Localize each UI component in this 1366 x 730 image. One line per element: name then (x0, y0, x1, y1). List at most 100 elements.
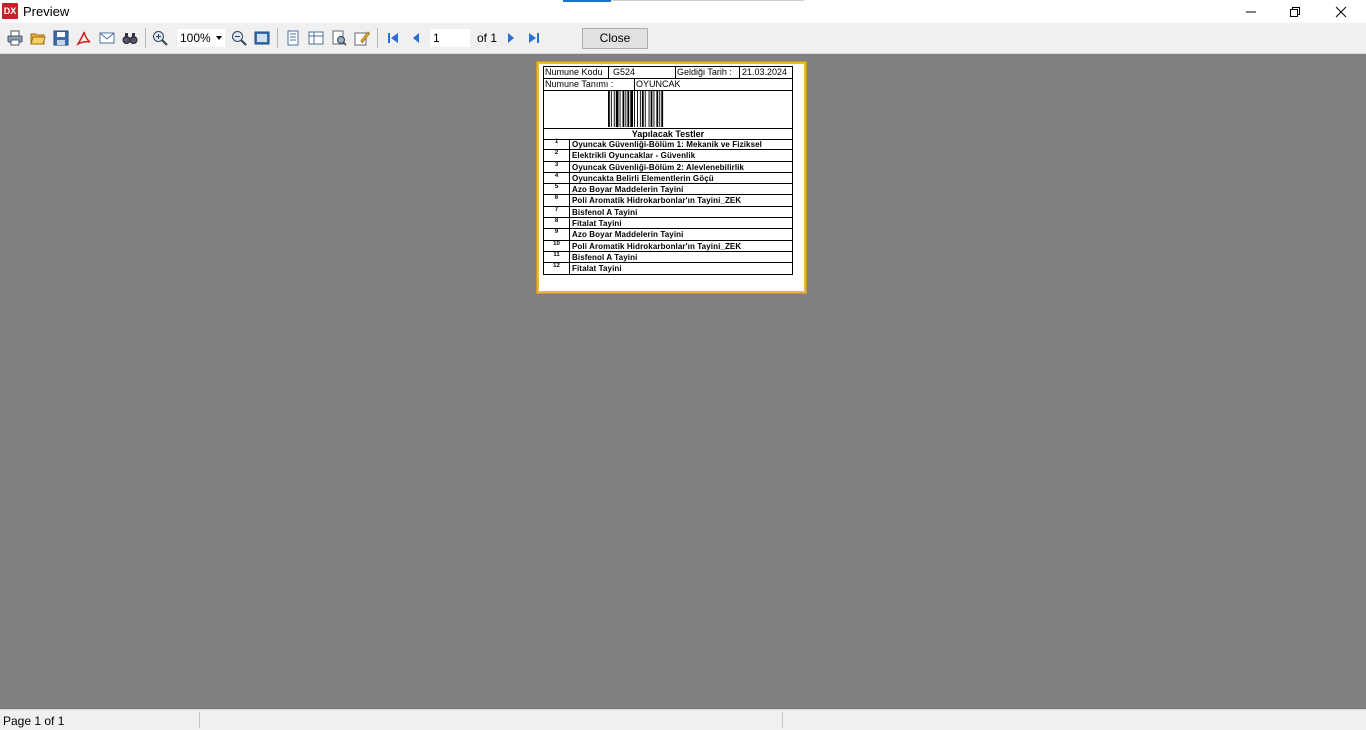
arrival-date-value: 21.03.2024 (742, 67, 788, 77)
table-row: 6 Poli Aromatik Hidrokarbonlar'ın Tayini_… (543, 195, 793, 207)
barcode-bar (622, 91, 625, 127)
email-button[interactable] (96, 27, 118, 49)
test-name: Oyuncakta Belirli Elementlerin Göçü (572, 173, 714, 183)
title-bar: DX Preview (0, 0, 1366, 23)
next-page-button[interactable] (500, 27, 522, 49)
barcode-bar (653, 91, 655, 127)
next-page-icon (508, 33, 514, 43)
single-page-icon (287, 30, 299, 46)
save-icon (53, 30, 69, 46)
test-name: Azo Boyar Maddelerin Tayini (572, 185, 684, 195)
first-page-button[interactable] (382, 27, 404, 49)
toolbar: 100% 1 of 1 Close (0, 23, 1366, 54)
table-row: 4 Oyuncakta Belirli Elementlerin Göçü (543, 172, 793, 185)
multi-page-icon (308, 31, 324, 45)
zoom-out-button[interactable] (228, 27, 250, 49)
table-row: 10 Poli Aromatik Hidrokarbonlar'ın Tayini… (543, 240, 793, 252)
minimize-icon (1246, 11, 1256, 12)
close-window-button[interactable] (1318, 0, 1364, 23)
test-name: Elektrikli Oyuncaklar - Güvenlik (572, 151, 696, 161)
sample-code-label: Numune Kodu (545, 67, 603, 77)
multi-page-button[interactable] (305, 27, 327, 49)
test-name: Poli Aromatik Hidrokarbonlar'ın Tayini_Z… (572, 241, 742, 251)
barcode-bar (615, 91, 619, 127)
test-name: Bisfenol A Tayini (572, 207, 638, 217)
zoom-select[interactable]: 100% (177, 29, 225, 47)
barcode-bar (648, 91, 650, 127)
toolbar-separator (145, 28, 146, 48)
title-accent-line (611, 0, 804, 1)
zoom-value: 100% (180, 31, 211, 45)
sample-desc-label: Numune Tanımı : (545, 79, 614, 89)
page-count-label: of 1 (477, 31, 498, 45)
open-button[interactable] (27, 27, 49, 49)
first-page-icon (388, 33, 398, 43)
sample-desc-value: OYUNCAK (636, 79, 681, 89)
zoom-in-icon (153, 31, 168, 46)
test-number: 3 (544, 161, 570, 172)
prev-page-icon (413, 33, 419, 43)
barcode-bar (639, 91, 641, 127)
barcode-bar (627, 91, 630, 127)
barcode-bar (608, 91, 610, 127)
barcode-container (543, 90, 793, 129)
barcode-bar (634, 91, 635, 127)
tests-table: 1 Oyuncak Güvenliği-Bölüm 1: Mekanik ve F… (543, 139, 793, 275)
table-row: 12 Fitalat Tayini (543, 263, 793, 275)
test-name: Oyuncak Güvenliği-Bölüm 1: Mekanik ve Fi… (572, 140, 762, 149)
restore-button[interactable] (1272, 0, 1318, 23)
last-page-icon (529, 33, 539, 43)
prev-page-button[interactable] (405, 27, 427, 49)
barcode-bar (619, 91, 621, 127)
test-number: 1 (544, 139, 570, 150)
barcode-bar (641, 91, 644, 127)
last-page-button[interactable] (523, 27, 545, 49)
barcode-bar (613, 91, 615, 127)
fit-page-button[interactable] (251, 27, 273, 49)
table-row: 2 Elektrikli Oyuncaklar - Güvenlik (543, 150, 793, 162)
cell-divider (634, 78, 635, 90)
open-icon (30, 33, 46, 45)
barcode-bar (650, 91, 653, 127)
table-row: 1 Oyuncak Güvenliği-Bölüm 1: Mekanik ve F… (543, 139, 793, 151)
page-number-input[interactable]: 1 (430, 29, 470, 47)
status-divider (782, 712, 783, 728)
print-button[interactable] (4, 27, 26, 49)
table-row: 5 Azo Boyar Maddelerin Tayini (543, 184, 793, 196)
barcode-bar (661, 91, 664, 127)
single-page-button[interactable] (282, 27, 304, 49)
minimize-button[interactable] (1228, 0, 1274, 23)
barcode-bar (625, 91, 627, 127)
table-row: 7 Bisfenol A Tayini (543, 206, 793, 219)
test-name: Fitalat Tayini (572, 264, 622, 274)
test-number: 4 (544, 172, 570, 184)
page-setup-button[interactable] (328, 27, 350, 49)
test-name: Fitalat Tayini (572, 219, 622, 229)
status-bar: Page 1 of 1 (0, 709, 1366, 730)
find-button[interactable] (119, 27, 141, 49)
window-title: Preview (23, 4, 70, 19)
print-icon (7, 30, 23, 46)
test-name: Azo Boyar Maddelerin Tayini (572, 230, 684, 240)
test-name: Poli Aromatik Hidrokarbonlar'ın Tayini_Z… (572, 196, 742, 206)
export-pdf-button[interactable] (73, 27, 95, 49)
toolbar-separator (277, 28, 278, 48)
save-button[interactable] (50, 27, 72, 49)
sample-code-value: G524 (613, 67, 636, 77)
test-number: 5 (544, 184, 570, 195)
test-name: Bisfenol A Tayini (572, 252, 638, 262)
test-number: 12 (544, 263, 570, 274)
edit-button[interactable] (351, 27, 373, 49)
pdf-icon (76, 31, 91, 46)
app-logo-icon: DX (2, 3, 18, 19)
zoom-in-button[interactable] (149, 27, 171, 49)
barcode-bar (656, 91, 659, 127)
table-row: 11 Bisfenol A Tayini (543, 251, 793, 264)
close-button[interactable]: Close (582, 28, 648, 49)
test-number: 10 (544, 240, 570, 251)
edit-icon (354, 31, 370, 46)
restore-icon (1290, 6, 1300, 17)
barcode-image (608, 91, 664, 127)
table-row: 8 Fitalat Tayini (543, 218, 793, 230)
close-icon (1335, 6, 1347, 17)
